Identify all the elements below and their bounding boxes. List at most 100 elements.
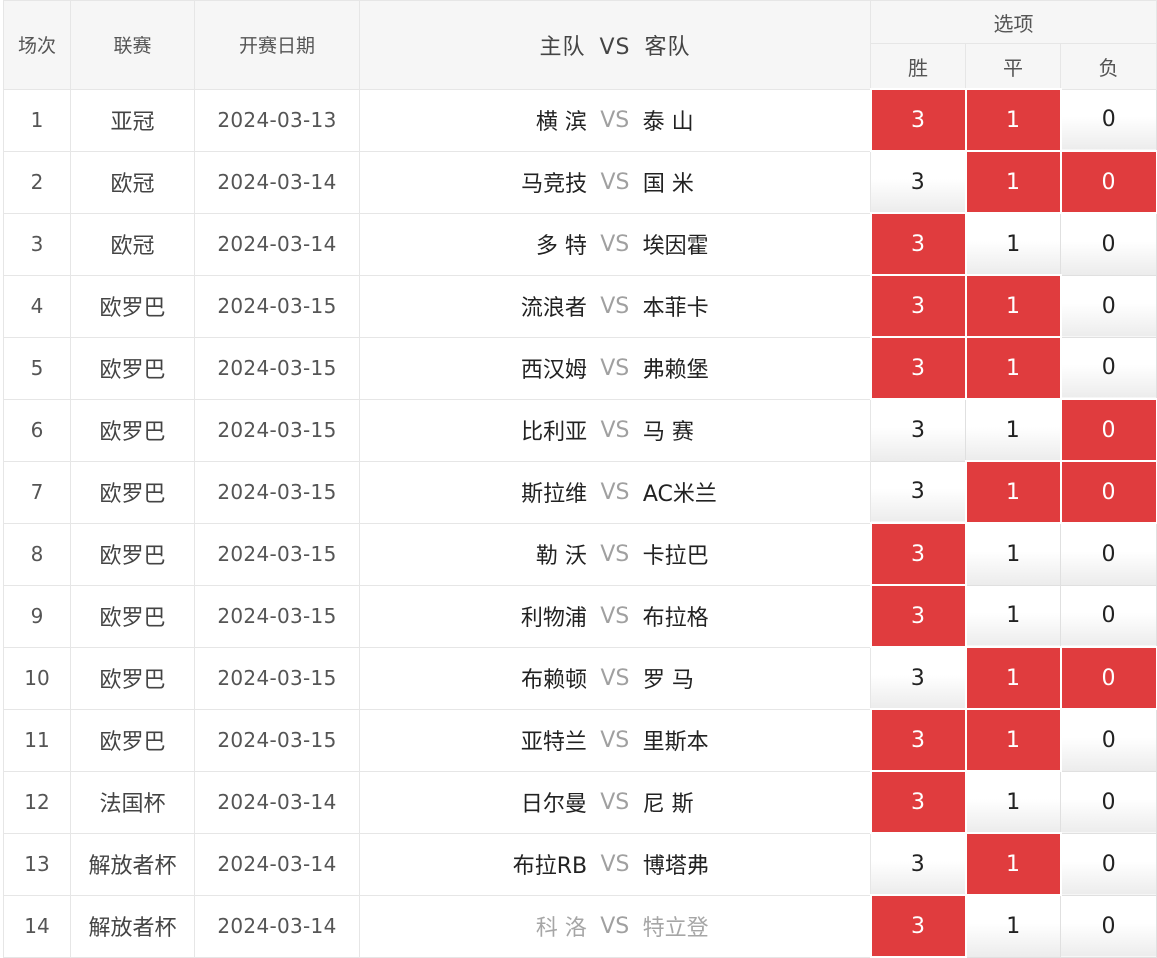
option-win-button[interactable]: 3 bbox=[869, 894, 967, 958]
league-name: 解放者杯 bbox=[70, 894, 195, 958]
matchup-cell: 斯拉维 VS AC米兰 bbox=[359, 460, 871, 524]
home-team: 西汉姆 bbox=[520, 358, 587, 383]
option-draw-button[interactable]: 1 bbox=[964, 88, 1062, 152]
match-selection-table: 场次 联赛 开赛日期 主队 VS 客队 选项 胜 平 负 1 亚冠 2024-03-13… bbox=[3, 0, 1157, 958]
option-draw-button[interactable]: 1 bbox=[964, 336, 1062, 400]
matchup-cell: 横 滨 VS 泰 山 bbox=[359, 88, 871, 152]
option-draw-button[interactable]: 1 bbox=[964, 646, 1062, 710]
away-team: 卡拉巴 bbox=[642, 544, 709, 569]
option-draw-button[interactable]: 1 bbox=[965, 522, 1061, 586]
option-draw-button[interactable]: 1 bbox=[964, 708, 1062, 772]
option-draw-button[interactable]: 1 bbox=[965, 212, 1061, 276]
option-loss-button[interactable]: 0 bbox=[1059, 708, 1157, 772]
table-row: 8 欧罗巴 2024-03-15 勒 沃 VS 卡拉巴 3 1 0 bbox=[3, 522, 1157, 586]
away-team: 布拉格 bbox=[642, 606, 709, 631]
option-draw-button[interactable]: 1 bbox=[964, 274, 1062, 338]
vs-label: VS bbox=[600, 851, 630, 877]
away-team: 尼 斯 bbox=[642, 792, 694, 817]
option-loss-button[interactable]: 0 bbox=[1059, 212, 1157, 276]
option-win-button[interactable]: 3 bbox=[870, 150, 966, 214]
option-draw-button[interactable]: 1 bbox=[965, 894, 1061, 958]
match-date: 2024-03-15 bbox=[194, 460, 360, 524]
league-name: 欧罗巴 bbox=[70, 460, 195, 524]
option-win-button[interactable]: 3 bbox=[869, 708, 967, 772]
matchup: 比利亚 VS 马 赛 bbox=[361, 414, 870, 446]
match-date: 2024-03-14 bbox=[194, 894, 360, 958]
table-row: 5 欧罗巴 2024-03-15 西汉姆 VS 弗赖堡 3 1 0 bbox=[3, 336, 1157, 400]
option-draw-button[interactable]: 1 bbox=[964, 460, 1062, 524]
match-date: 2024-03-14 bbox=[194, 770, 360, 834]
option-loss-button[interactable]: 0 bbox=[1059, 274, 1157, 338]
match-number: 4 bbox=[3, 274, 71, 338]
matchup-cell: 科 洛 VS 特立登 bbox=[359, 894, 871, 958]
match-number: 14 bbox=[3, 894, 71, 958]
away-team: 泰 山 bbox=[642, 110, 694, 135]
match-date: 2024-03-15 bbox=[194, 646, 360, 710]
matchup: 科 洛 VS 特立登 bbox=[361, 910, 870, 942]
table-row: 2 欧冠 2024-03-14 马竞技 VS 国 米 310 bbox=[3, 150, 1157, 214]
option-win-button[interactable]: 3 bbox=[870, 398, 966, 462]
home-team: 布拉RB bbox=[512, 854, 588, 879]
option-loss-button[interactable]: 0 bbox=[1059, 832, 1157, 896]
option-loss-button[interactable]: 0 bbox=[1059, 584, 1157, 648]
option-loss-button[interactable]: 0 bbox=[1059, 460, 1157, 524]
option-win-button[interactable]: 3 bbox=[869, 274, 967, 338]
option-loss-button[interactable]: 0 bbox=[1059, 522, 1157, 586]
away-team: 埃因霍 bbox=[642, 234, 709, 259]
option-draw-button[interactable]: 1 bbox=[965, 398, 1061, 462]
option-loss-button[interactable]: 0 bbox=[1059, 398, 1157, 462]
option-win-button[interactable]: 3 bbox=[869, 212, 967, 276]
league-name: 欧罗巴 bbox=[70, 398, 195, 462]
option-win-button[interactable]: 3 bbox=[869, 336, 967, 400]
header-date: 开赛日期 bbox=[194, 0, 360, 90]
match-number: 7 bbox=[3, 460, 71, 524]
match-number: 9 bbox=[3, 584, 71, 648]
match-number: 13 bbox=[3, 832, 71, 896]
option-draw-button[interactable]: 1 bbox=[965, 584, 1061, 648]
option-draw-button[interactable]: 1 bbox=[964, 832, 1062, 896]
header-vs: VS bbox=[599, 34, 631, 60]
option-win-button[interactable]: 3 bbox=[869, 522, 967, 586]
option-loss-button[interactable]: 0 bbox=[1059, 88, 1157, 152]
option-win-button[interactable]: 3 bbox=[869, 584, 967, 648]
option-loss-button[interactable]: 0 bbox=[1059, 894, 1157, 958]
matchup: 斯拉维 VS AC米兰 bbox=[361, 476, 870, 508]
matchup-cell: 勒 沃 VS 卡拉巴 bbox=[359, 522, 871, 586]
league-name: 欧罗巴 bbox=[70, 274, 195, 338]
option-win-button[interactable]: 3 bbox=[870, 460, 966, 524]
matchup-cell: 流浪者 VS 本菲卡 bbox=[359, 274, 871, 338]
away-team: 国 米 bbox=[642, 172, 694, 197]
option-loss-button[interactable]: 0 bbox=[1059, 336, 1157, 400]
home-team: 亚特兰 bbox=[520, 730, 587, 755]
home-team: 日尔曼 bbox=[520, 792, 587, 817]
match-date: 2024-03-15 bbox=[194, 584, 360, 648]
option-win-button[interactable]: 3 bbox=[870, 832, 966, 896]
table-row: 10 欧罗巴 2024-03-15 布赖顿 VS 罗 马310 bbox=[3, 646, 1157, 710]
match-date: 2024-03-13 bbox=[194, 88, 360, 152]
header-option-win: 胜 bbox=[870, 43, 966, 90]
option-loss-button[interactable]: 0 bbox=[1059, 646, 1157, 710]
home-team: 流浪者 bbox=[520, 296, 587, 321]
home-team: 横 滨 bbox=[535, 110, 587, 135]
option-loss-button[interactable]: 0 bbox=[1059, 770, 1157, 834]
matchup-cell: 西汉姆 VS 弗赖堡 bbox=[359, 336, 871, 400]
vs-label: VS bbox=[600, 293, 630, 319]
table-row: 1 亚冠 2024-03-13 横 滨 VS 泰 山310 bbox=[3, 88, 1157, 152]
option-loss-button[interactable]: 0 bbox=[1059, 150, 1157, 214]
vs-label: VS bbox=[600, 541, 630, 567]
header-away: 客队 bbox=[644, 34, 691, 60]
league-name: 欧罗巴 bbox=[70, 336, 195, 400]
league-name: 解放者杯 bbox=[70, 832, 195, 896]
header-option-draw: 平 bbox=[965, 43, 1061, 90]
match-number: 12 bbox=[3, 770, 71, 834]
vs-label: VS bbox=[600, 789, 630, 815]
option-draw-button[interactable]: 1 bbox=[964, 150, 1062, 214]
away-team: 本菲卡 bbox=[642, 296, 709, 321]
header-option-loss: 负 bbox=[1059, 43, 1157, 90]
option-win-button[interactable]: 3 bbox=[870, 646, 966, 710]
option-win-button[interactable]: 3 bbox=[869, 770, 967, 834]
option-draw-button[interactable]: 1 bbox=[965, 770, 1061, 834]
option-win-button[interactable]: 3 bbox=[869, 88, 967, 152]
table-row: 7 欧罗巴 2024-03-15 斯拉维 VS AC米兰 3 1 0 bbox=[3, 460, 1157, 524]
header-index: 场次 bbox=[3, 0, 71, 90]
